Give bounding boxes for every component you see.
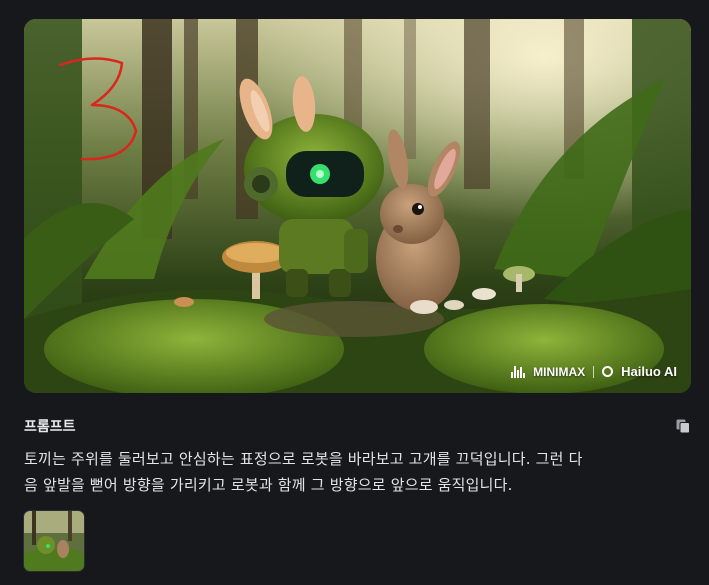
minimax-logo-icon xyxy=(511,365,526,378)
hailuo-logo-icon xyxy=(602,366,614,377)
prompt-text: 토끼는 주위를 둘러보고 안심하는 표정으로 로봇을 바라보고 고개를 끄덕입니… xyxy=(24,446,684,498)
watermark-divider xyxy=(593,365,595,378)
copy-icon[interactable] xyxy=(675,418,691,434)
reference-image-thumbnail[interactable] xyxy=(24,511,84,571)
prompt-label: 프롬프트 xyxy=(24,419,76,435)
generated-video-preview[interactable]: MINIMAX Hailuo AI xyxy=(24,19,691,393)
watermark: MINIMAX Hailuo AI xyxy=(511,364,677,379)
prompt-text-line: 토끼는 주위를 둘러보고 안심하는 표정으로 로봇을 바라보고 고개를 끄덕입니… xyxy=(24,450,583,468)
prompt-text-line: 음 앞발을 뻗어 방향을 가리키고 로봇과 함께 그 방향으로 앞으로 움직입니… xyxy=(24,476,513,494)
watermark-brand-hailuo: Hailuo AI xyxy=(621,364,677,379)
watermark-brand-minimax: MINIMAX xyxy=(533,364,586,379)
forest-scene-image xyxy=(24,19,691,393)
prompt-header: 프롬프트 xyxy=(24,416,691,436)
